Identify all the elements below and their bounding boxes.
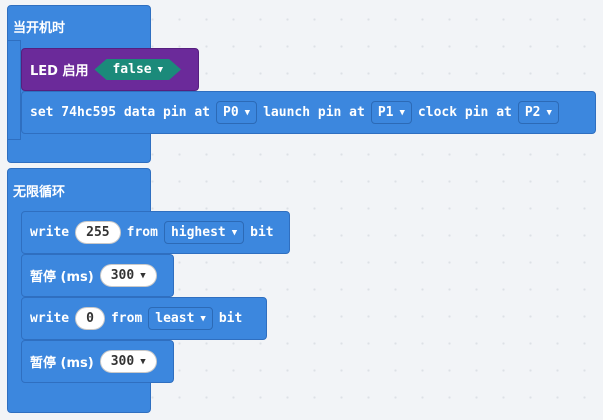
write-block-2[interactable]: write 0 from least ▼ bit	[21, 297, 267, 340]
bit-order-dropdown[interactable]: highest ▼	[163, 221, 245, 244]
launch-pin-value: P1	[377, 105, 394, 120]
set-74hc595-block[interactable]: set 74hc595 data pin at P0 ▼ launch pin …	[21, 91, 596, 134]
set74-prefix: set 74hc595 data pin at	[30, 105, 211, 120]
led-enable-dropdown[interactable]: false ▼	[94, 59, 181, 80]
chevron-down-icon: ▼	[200, 313, 206, 324]
launch-pin-dropdown[interactable]: P1 ▼	[370, 101, 412, 124]
pause-value: 300	[110, 268, 135, 283]
data-pin-dropdown[interactable]: P0 ▼	[216, 101, 258, 124]
on-start-body-bar	[7, 40, 21, 140]
chevron-down-icon: ▼	[157, 64, 164, 75]
chevron-down-icon: ▼	[140, 270, 146, 281]
led-enable-value: false	[112, 62, 152, 77]
write-label: write	[30, 225, 70, 240]
led-enable-label: LED 启用	[30, 64, 89, 79]
clock-pin-value: P2	[524, 105, 541, 120]
data-pin-value: P0	[223, 105, 239, 120]
chevron-down-icon: ▼	[546, 107, 552, 118]
bit-label: bit	[218, 311, 243, 326]
clock-pin-label: clock pin at	[417, 105, 512, 120]
chevron-down-icon: ▼	[231, 227, 238, 238]
pause-block-2[interactable]: 暂停 (ms) 300 ▼	[21, 340, 174, 383]
bit-order-dropdown[interactable]: least ▼	[148, 307, 213, 330]
forever-label: 无限循环	[13, 185, 66, 200]
from-label: from	[126, 225, 158, 240]
clock-pin-dropdown[interactable]: P2 ▼	[517, 101, 559, 124]
pause-value-dropdown[interactable]: 300 ▼	[99, 264, 157, 287]
launch-pin-label: launch pin at	[263, 105, 365, 120]
pause-block-1[interactable]: 暂停 (ms) 300 ▼	[21, 254, 174, 297]
write-value-input[interactable]: 255	[75, 221, 121, 244]
pause-label: 暂停 (ms)	[30, 356, 94, 371]
pause-label: 暂停 (ms)	[30, 270, 94, 285]
pause-value: 300	[110, 354, 135, 369]
chevron-down-icon: ▼	[140, 356, 146, 367]
bit-order-value: highest	[170, 225, 226, 240]
bit-order-value: least	[155, 311, 195, 326]
on-start-label: 当开机时	[13, 21, 66, 36]
led-enable-block[interactable]: LED 启用 false ▼	[21, 48, 199, 91]
write-value-input[interactable]: 0	[75, 307, 105, 330]
chevron-down-icon: ▼	[399, 107, 405, 118]
write-label: write	[30, 311, 70, 326]
write-block-1[interactable]: write 255 from highest ▼ bit	[21, 211, 290, 254]
pause-value-dropdown[interactable]: 300 ▼	[99, 350, 157, 373]
chevron-down-icon: ▼	[244, 107, 251, 118]
from-label: from	[110, 311, 143, 326]
bit-label: bit	[250, 225, 274, 240]
